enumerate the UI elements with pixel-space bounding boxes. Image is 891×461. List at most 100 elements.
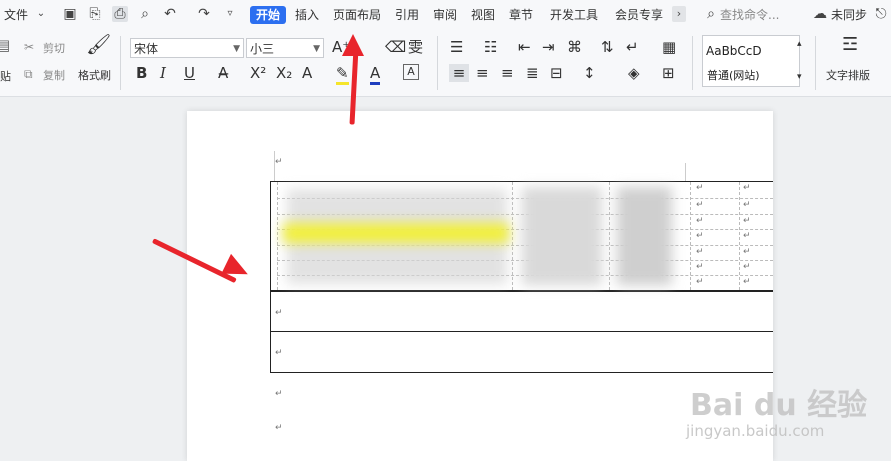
style-preview: AaBbCcD	[706, 44, 762, 58]
increase-indent-icon[interactable]: ⇥	[542, 38, 555, 56]
paragraph-mark: ↵	[696, 247, 704, 257]
distributed-align-button[interactable]: ⊟	[550, 64, 563, 82]
ribbon-divider	[692, 36, 693, 90]
copy-icon[interactable]: ⧉	[24, 65, 33, 83]
blurred-content	[522, 187, 602, 285]
paragraph-mark: ↵	[743, 247, 751, 257]
chevron-down-icon: ▼	[233, 44, 240, 54]
search-icon: ⌕	[707, 6, 715, 22]
style-name: 普通(网站)	[707, 69, 760, 82]
paragraph-mark: ↵	[275, 157, 283, 167]
subscript-button[interactable]: X₂	[276, 64, 292, 82]
table-column	[512, 182, 513, 290]
margin-mark	[685, 163, 686, 181]
clear-format-icon[interactable]: ⌫	[385, 38, 406, 56]
save-icon[interactable]: ▣	[62, 6, 78, 22]
phonetic-guide-icon[interactable]: 雯	[408, 38, 423, 56]
text-layout-button[interactable]: 文字排版	[826, 67, 870, 83]
decrease-indent-icon[interactable]: ⇤	[518, 38, 531, 56]
copy-button[interactable]: 复制	[43, 67, 65, 83]
borders-button[interactable]: ⊞	[662, 64, 675, 82]
justify-button[interactable]: ≣	[526, 64, 539, 82]
blurred-content	[617, 187, 672, 285]
line-spacing-button[interactable]: ↕	[583, 64, 596, 82]
character-border-button[interactable]: A	[403, 64, 419, 80]
paste-icon[interactable]: ▤	[0, 36, 10, 54]
document-page[interactable]: ↵ ↵ ↵ ↵ ↵ ↵ ↵ ↵ ↵ ↵ ↵ ↵ ↵ ↵ ↵ ↵ ↵ ↵ ↵	[187, 111, 773, 461]
font-size-select[interactable]: 小三 ▼	[246, 38, 324, 58]
strikethrough-button[interactable]: A̶	[218, 64, 228, 82]
underline-button[interactable]: U	[184, 64, 195, 82]
table-border	[270, 331, 773, 332]
shading-button[interactable]: ◈	[628, 64, 640, 82]
annotation-arrowhead	[342, 34, 364, 56]
chevron-down-icon: ▼	[313, 44, 320, 54]
tab-home[interactable]: 开始	[250, 6, 287, 24]
align-right-button[interactable]: ≡	[501, 64, 514, 82]
paragraph-mark: ↵	[696, 231, 704, 241]
paragraph-mark: ↵	[696, 183, 704, 193]
numbered-list-icon[interactable]: ☷	[484, 38, 497, 56]
superscript-button[interactable]: X²	[250, 64, 266, 82]
ribbon-toolbar: ▤ 贴 ✂ 剪切 ⧉ 复制 🖌 格式刷 宋体 ▼ 小三 ▼ A⁺ ⌫ 雯 B I…	[0, 30, 891, 97]
bullet-list-icon[interactable]: ☰	[450, 38, 463, 56]
tab-member[interactable]: 会员专享	[615, 6, 663, 24]
paragraph-mark: ↵	[743, 277, 751, 287]
customize-toolbar-icon[interactable]: ▿	[222, 6, 238, 22]
table-gridlines-icon[interactable]: ▦	[662, 38, 676, 56]
font-color-button[interactable]: A	[370, 64, 381, 85]
print-icon[interactable]: ⎙	[112, 6, 128, 22]
style-scroll-up-icon[interactable]: ▴	[797, 35, 802, 53]
font-name-value: 宋体	[134, 42, 159, 56]
text-layout-icon[interactable]: ☲	[842, 36, 858, 54]
share-icon[interactable]: ⎋	[873, 6, 889, 22]
sort-icon[interactable]: ⇅	[601, 38, 614, 56]
redo-icon[interactable]: ↷	[196, 6, 212, 22]
cut-icon[interactable]: ✂	[24, 38, 34, 56]
bold-button[interactable]: B	[136, 64, 147, 82]
paragraph-mark: ↵	[743, 183, 751, 193]
file-menu[interactable]: 文件	[4, 6, 28, 24]
align-left-button[interactable]: ≡	[449, 64, 469, 82]
undo-icon[interactable]: ↶	[162, 6, 178, 22]
print-preview-icon[interactable]: ⌕	[137, 6, 153, 22]
table-column	[690, 182, 691, 290]
ribbon-divider	[815, 36, 816, 90]
tab-insert[interactable]: 插入	[295, 6, 319, 24]
format-painter-icon[interactable]: 🖌	[86, 34, 111, 54]
table-border	[270, 372, 773, 373]
tab-chapter[interactable]: 章节	[509, 6, 533, 24]
search-command-input[interactable]: 查找命令...	[720, 6, 779, 24]
format-painter-button[interactable]: 格式刷	[78, 67, 111, 83]
align-center-button[interactable]: ≡	[476, 64, 489, 82]
paragraph-mark: ↵	[696, 200, 704, 210]
chinese-layout-icon[interactable]: ⌘	[567, 38, 582, 56]
cut-button[interactable]: 剪切	[43, 40, 65, 56]
tab-view[interactable]: 视图	[471, 6, 495, 24]
show-hide-marks-icon[interactable]: ↵	[626, 38, 639, 56]
font-name-select[interactable]: 宋体 ▼	[130, 38, 244, 58]
sync-status[interactable]: 未同步	[831, 6, 867, 24]
paragraph-mark: ↵	[275, 389, 283, 399]
font-size-value: 小三	[250, 42, 275, 56]
table-column	[739, 182, 740, 290]
highlight-button[interactable]: ✎	[336, 64, 349, 85]
paragraph-mark: ↵	[696, 262, 704, 272]
style-gallery[interactable]: AaBbCcD 普通(网站)	[702, 35, 800, 87]
output-icon[interactable]: ⎘	[87, 6, 103, 22]
tab-developer-tools[interactable]: 开发工具	[550, 6, 598, 24]
paste-label[interactable]: 贴	[0, 68, 11, 84]
paragraph-mark: ↵	[743, 231, 751, 241]
italic-button[interactable]: I	[160, 64, 166, 82]
table-column	[277, 182, 278, 290]
tab-review[interactable]: 审阅	[433, 6, 457, 24]
style-more-icon[interactable]: ▾	[797, 68, 802, 86]
chevron-down-icon[interactable]: ⌄	[33, 6, 49, 22]
chevron-right-icon[interactable]: ›	[672, 6, 686, 22]
text-effect-button[interactable]: A	[302, 64, 312, 82]
watermark-url: jingyan.baidu.com	[686, 422, 825, 440]
tab-page-layout[interactable]: 页面布局	[333, 6, 381, 24]
paragraph-mark: ↵	[743, 262, 751, 272]
tab-references[interactable]: 引用	[395, 6, 419, 24]
paragraph-mark: ↵	[275, 308, 283, 318]
